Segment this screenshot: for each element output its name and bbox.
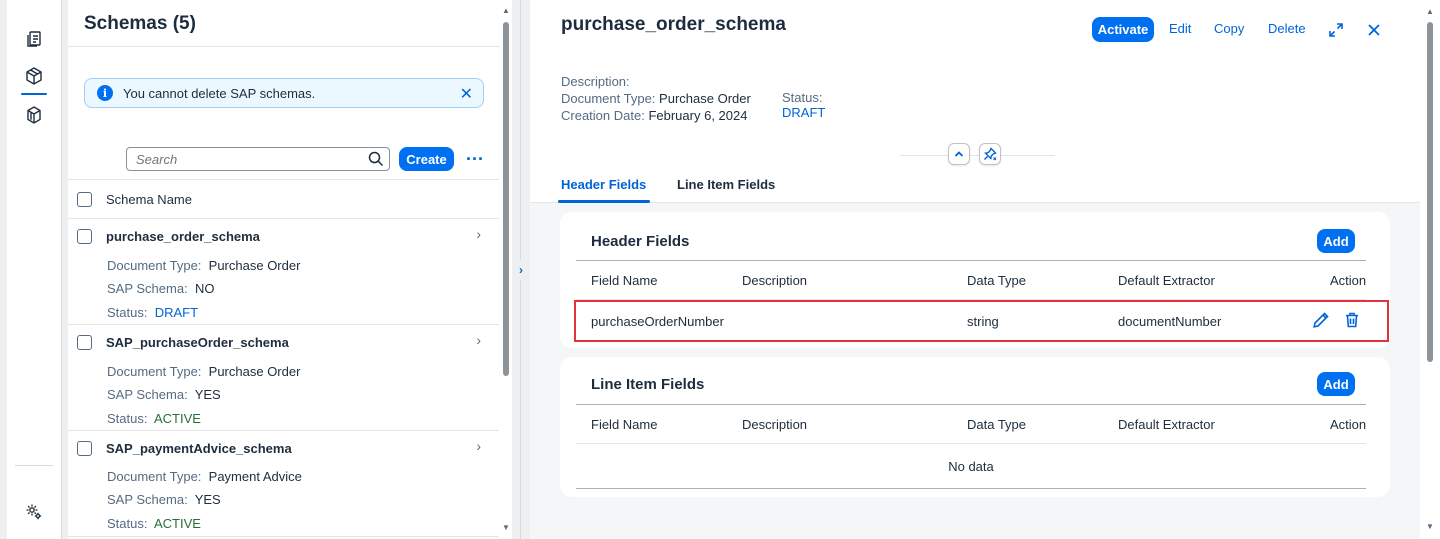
info-message-strip: i You cannot delete SAP schemas. ✕ <box>84 78 484 108</box>
scroll-up-icon[interactable]: ▲ <box>1426 7 1434 16</box>
select-all-checkbox[interactable] <box>77 192 92 207</box>
item-doc-type: Document Type: Purchase Order <box>107 258 301 273</box>
side-navigation <box>7 0 62 539</box>
column-header: Field Name <box>591 417 658 432</box>
copy-button[interactable]: Copy <box>1214 21 1244 36</box>
column-header: Action <box>1330 417 1367 432</box>
item-checkbox[interactable] <box>77 335 92 350</box>
chevron-right-icon: › <box>476 226 481 242</box>
list-column-header: Schema Name <box>68 179 499 219</box>
object-header: purchase_order_schema Activate Edit Copy… <box>530 0 1420 203</box>
schemas-icon[interactable] <box>19 61 49 95</box>
tab-line-item-fields[interactable]: Line Item Fields <box>677 177 775 192</box>
highlight-box <box>574 300 1389 342</box>
scroll-down-icon[interactable]: ▼ <box>502 523 510 532</box>
collapse-header-button[interactable] <box>948 143 970 165</box>
chevron-right-icon[interactable]: › <box>515 260 527 280</box>
section-title: Line Item Fields <box>591 376 705 393</box>
detail-panel: purchase_order_schema Activate Edit Copy… <box>530 0 1420 539</box>
item-sap-schema: SAP Schema: NO <box>107 281 215 296</box>
table-header: Field Name Description Data Type Default… <box>576 404 1366 444</box>
table-header: Field Name Description Data Type Default… <box>576 260 1366 300</box>
activate-button[interactable]: Activate <box>1092 17 1154 42</box>
fullscreen-icon[interactable] <box>1326 20 1346 40</box>
scroll-down-icon[interactable]: ▼ <box>1426 522 1434 531</box>
chevron-right-icon: › <box>476 332 481 348</box>
chevron-right-icon: › <box>476 438 481 454</box>
section-title: Header Fields <box>591 233 690 250</box>
item-checkbox[interactable] <box>77 229 92 244</box>
column-header: Default Extractor <box>1118 273 1215 288</box>
more-options-button[interactable]: ... <box>466 145 486 168</box>
edit-button[interactable]: Edit <box>1169 21 1191 36</box>
templates-icon[interactable] <box>19 100 49 130</box>
header-divider <box>900 155 1055 156</box>
scroll-up-icon[interactable]: ▲ <box>502 6 510 15</box>
create-button[interactable]: Create <box>399 147 454 171</box>
meta-creation-date: Creation Date: February 6, 2024 <box>561 108 748 123</box>
item-sap-schema: SAP Schema: YES <box>107 492 221 507</box>
delete-button[interactable]: Delete <box>1268 21 1306 36</box>
info-message-text: You cannot delete SAP schemas. <box>123 85 316 101</box>
line-item-fields-card: Line Item Fields Add Field Name Descript… <box>560 357 1390 497</box>
status-badge: DRAFT <box>154 305 199 320</box>
list-item[interactable]: purchase_order_schema › Document Type: P… <box>68 219 499 325</box>
column-header: Default Extractor <box>1118 417 1215 432</box>
list-title: Schemas (5) <box>84 13 196 34</box>
column-header: Description <box>742 417 808 432</box>
scroll-thumb[interactable] <box>1427 22 1433 362</box>
add-header-field-button[interactable]: Add <box>1317 229 1355 253</box>
splitter[interactable]: › <box>512 0 529 539</box>
documents-icon[interactable] <box>19 24 49 54</box>
item-doc-type: Document Type: Payment Advice <box>107 469 302 484</box>
meta-document-type: Document Type: Purchase Order <box>561 91 751 106</box>
status-badge: DRAFT <box>782 105 826 120</box>
tab-indicator <box>558 200 650 203</box>
detail-scrollbar[interactable]: ▲ ▼ <box>1420 0 1440 539</box>
item-name: purchase_order_schema <box>106 229 260 244</box>
item-status: Status: DRAFT <box>107 305 199 320</box>
item-doc-type: Document Type: Purchase Order <box>107 364 301 379</box>
add-line-item-field-button[interactable]: Add <box>1317 372 1355 396</box>
close-icon[interactable]: ✕ <box>460 84 473 104</box>
column-header: Field Name <box>591 273 658 288</box>
pin-header-icon[interactable] <box>979 143 1001 165</box>
search-icon[interactable] <box>368 151 384 167</box>
info-icon: i <box>97 85 113 101</box>
close-icon[interactable] <box>1364 20 1384 40</box>
item-checkbox[interactable] <box>77 441 92 456</box>
column-header: Data Type <box>967 417 1027 432</box>
list-header: Schemas (5) <box>68 0 512 47</box>
list-item[interactable]: SAP_purchaseOrder_schema › Document Type… <box>68 325 499 431</box>
item-status: Status: ACTIVE <box>107 411 201 426</box>
list-scrollbar[interactable]: ▲ ▼ <box>500 0 512 539</box>
item-name: SAP_purchaseOrder_schema <box>106 335 289 350</box>
search-input[interactable] <box>136 152 356 167</box>
table-bottom-border <box>576 488 1366 489</box>
column-header-schema-name: Schema Name <box>106 192 192 207</box>
list-item[interactable]: SAP_paymentAdvice_schema › Document Type… <box>68 431 499 537</box>
schema-list-panel: Schemas (5) i You cannot delete SAP sche… <box>68 0 512 539</box>
page-title: purchase_order_schema <box>561 14 786 35</box>
status-badge: ACTIVE <box>153 516 201 531</box>
item-status: Status: ACTIVE <box>107 516 201 531</box>
column-header: Data Type <box>967 273 1027 288</box>
search-field[interactable] <box>126 147 390 171</box>
meta-status-label: Status: <box>782 90 823 105</box>
meta-description: Description: <box>561 74 630 89</box>
column-header: Description <box>742 273 808 288</box>
nav-separator <box>15 465 53 466</box>
column-header: Action <box>1330 273 1367 288</box>
no-data-text: No data <box>948 459 994 474</box>
settings-icon[interactable] <box>19 497 49 527</box>
status-badge: ACTIVE <box>153 411 201 426</box>
tab-header-fields[interactable]: Header Fields <box>561 177 646 192</box>
item-name: SAP_paymentAdvice_schema <box>106 441 292 456</box>
item-sap-schema: SAP Schema: YES <box>107 387 221 402</box>
scroll-thumb[interactable] <box>503 22 509 376</box>
header-fields-card: Header Fields Add Field Name Description… <box>560 212 1390 348</box>
